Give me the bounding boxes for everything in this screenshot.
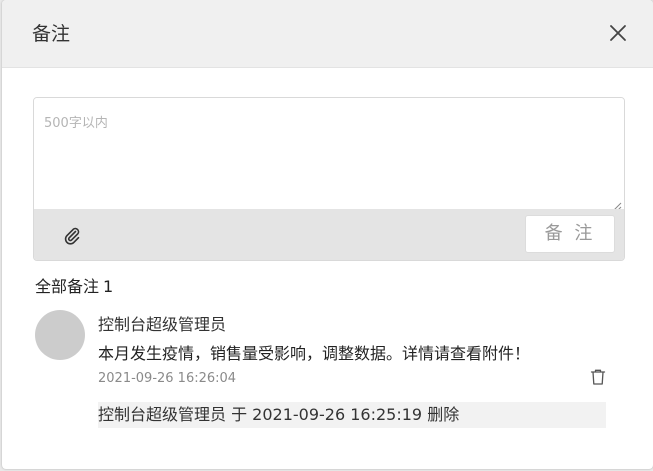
resize-grip-icon[interactable] bbox=[612, 196, 622, 211]
dialog-header: 备注 bbox=[2, 0, 653, 68]
submit-note-button[interactable]: 备 注 bbox=[525, 215, 615, 253]
note-composer: 备 注 bbox=[33, 97, 625, 261]
close-icon[interactable] bbox=[607, 22, 629, 44]
notes-count: 1 bbox=[103, 277, 114, 296]
note-content: 本月发生疫情，销售量受影响，调整数据。详情请查看附件！ bbox=[98, 344, 531, 363]
deletion-log: 控制台超级管理员 于 2021-09-26 16:25:19 删除 bbox=[98, 402, 606, 428]
composer-toolbar: 备 注 bbox=[34, 209, 624, 260]
notes-header-label: 全部备注 bbox=[35, 277, 100, 296]
note-input[interactable] bbox=[34, 98, 624, 209]
avatar bbox=[35, 310, 85, 360]
notes-header: 全部备注 1 bbox=[35, 276, 113, 298]
paperclip-icon[interactable] bbox=[62, 225, 82, 245]
note-author: 控制台超级管理员 bbox=[98, 315, 227, 334]
note-timestamp: 2021-09-26 16:26:04 bbox=[98, 371, 237, 386]
trash-icon[interactable] bbox=[589, 368, 607, 386]
note-dialog: 备注 备 注 全部备注1 控制台超级 bbox=[2, 0, 653, 469]
dialog-title: 备注 bbox=[32, 23, 71, 45]
